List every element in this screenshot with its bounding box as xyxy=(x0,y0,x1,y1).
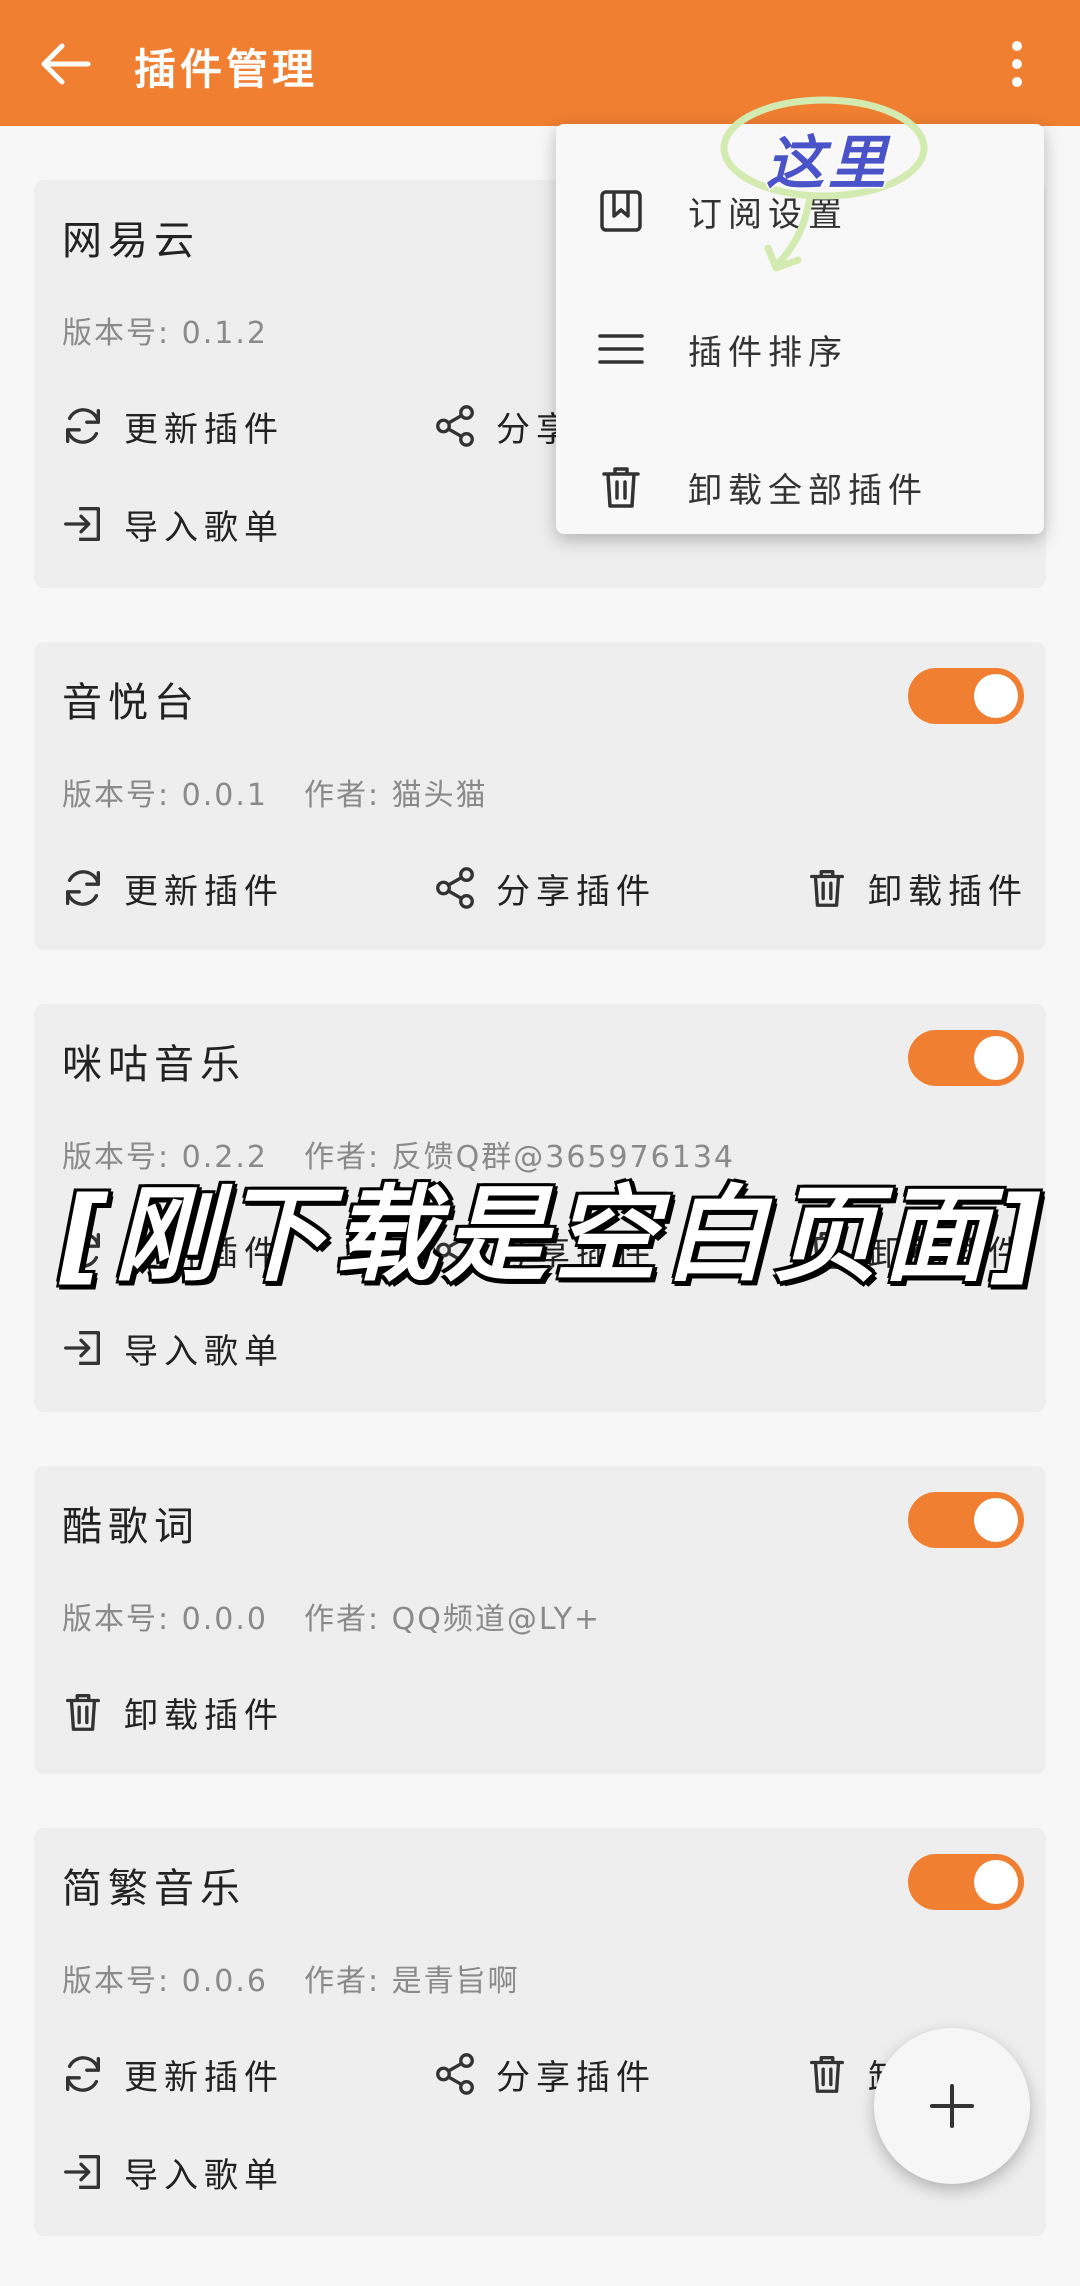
more-vert-icon[interactable] xyxy=(1000,38,1034,90)
share-plugin-button[interactable]: 分享插件 xyxy=(432,860,656,916)
annotation-text: 这里 xyxy=(764,128,891,199)
import-playlist-button[interactable]: 导入歌单 xyxy=(60,1320,284,1376)
import-icon xyxy=(64,1330,101,1366)
share-plugin-button[interactable]: 分享插件 xyxy=(432,2046,656,2102)
share-icon xyxy=(436,867,474,909)
plugin-version: 版本号: 0.1.2 xyxy=(62,316,268,351)
trash-icon xyxy=(65,1694,101,1731)
plugin-card: 酷歌词 版本号: 0.0.0 作者: QQ频道@LY+ 卸载插件 xyxy=(34,1466,1046,1774)
plugin-name: 网易云 xyxy=(62,218,200,264)
menu-item-uninstall-all[interactable]: 卸载全部插件 xyxy=(596,452,928,522)
arrow-left-icon[interactable] xyxy=(36,34,96,94)
overlay-caption: [刚下载是空白页面] xyxy=(60,1174,1048,1296)
plugin-meta: 版本号: 0.0.1 作者: 猫头猫 xyxy=(62,770,488,814)
refresh-icon xyxy=(65,408,101,444)
share-icon xyxy=(436,405,474,447)
add-plugin-button[interactable] xyxy=(874,2028,1030,2184)
import-playlist-button[interactable]: 导入歌单 xyxy=(60,2144,284,2200)
trash-icon xyxy=(602,467,640,508)
plugin-card: 音悦台 版本号: 0.0.1 作者: 猫头猫 更新插件 分享插件 卸载插件 xyxy=(34,642,1046,950)
trash-icon xyxy=(809,870,845,907)
plugin-meta: 版本号: 0.0.6 作者: 是青旨啊 xyxy=(62,1956,520,2000)
plugin-author: 作者: 是青旨啊 xyxy=(303,1964,520,1999)
plugin-author: 作者: 猫头猫 xyxy=(303,778,488,813)
plugin-name: 音悦台 xyxy=(62,680,200,726)
refresh-icon xyxy=(65,2056,101,2092)
plugin-enable-toggle[interactable] xyxy=(908,1492,1024,1548)
menu-item-sort[interactable]: 插件排序 xyxy=(596,314,848,384)
plugin-version: 版本号: 0.0.1 xyxy=(62,778,268,813)
plugin-version: 版本号: 0.0.6 xyxy=(62,1964,268,1999)
plugin-enable-toggle[interactable] xyxy=(908,1030,1024,1086)
uninstall-plugin-button[interactable]: 卸载插件 xyxy=(60,1684,284,1740)
plugin-name: 简繁音乐 xyxy=(62,1866,246,1912)
plugin-author: 作者: QQ频道@LY+ xyxy=(303,1602,602,1637)
bookmark-icon xyxy=(600,190,642,232)
update-plugin-button[interactable]: 更新插件 xyxy=(60,860,284,916)
sort-icon xyxy=(598,334,644,364)
uninstall-plugin-button[interactable]: 卸载插件 xyxy=(804,860,1028,916)
share-plugin-button[interactable]: 分享 xyxy=(432,398,576,454)
update-plugin-button[interactable]: 更新插件 xyxy=(60,398,284,454)
refresh-icon xyxy=(65,870,101,906)
plugin-enable-toggle[interactable] xyxy=(908,1854,1024,1910)
plugin-version: 版本号: 0.0.0 xyxy=(62,1602,268,1637)
trash-icon xyxy=(809,2056,845,2093)
page-title: 插件管理 xyxy=(134,45,319,94)
plugin-card: 简繁音乐 版本号: 0.0.6作者: 是青旨啊 更新插件 分享插件 卸载插件 导… xyxy=(34,1828,1046,2236)
import-icon xyxy=(64,506,101,542)
plus-icon xyxy=(930,2084,974,2128)
plugin-meta: 版本号: 0.1.2 xyxy=(62,308,268,352)
share-icon xyxy=(436,2053,474,2095)
plugin-name: 酷歌词 xyxy=(62,1504,200,1550)
import-icon xyxy=(64,2154,101,2190)
import-playlist-button[interactable]: 导入歌单 xyxy=(60,496,284,552)
plugin-name: 咪咕音乐 xyxy=(62,1042,246,1088)
plugin-meta: 版本号: 0.0.0 作者: QQ频道@LY+ xyxy=(62,1594,601,1638)
update-plugin-button[interactable]: 更新插件 xyxy=(60,2046,284,2102)
plugin-enable-toggle[interactable] xyxy=(908,668,1024,724)
